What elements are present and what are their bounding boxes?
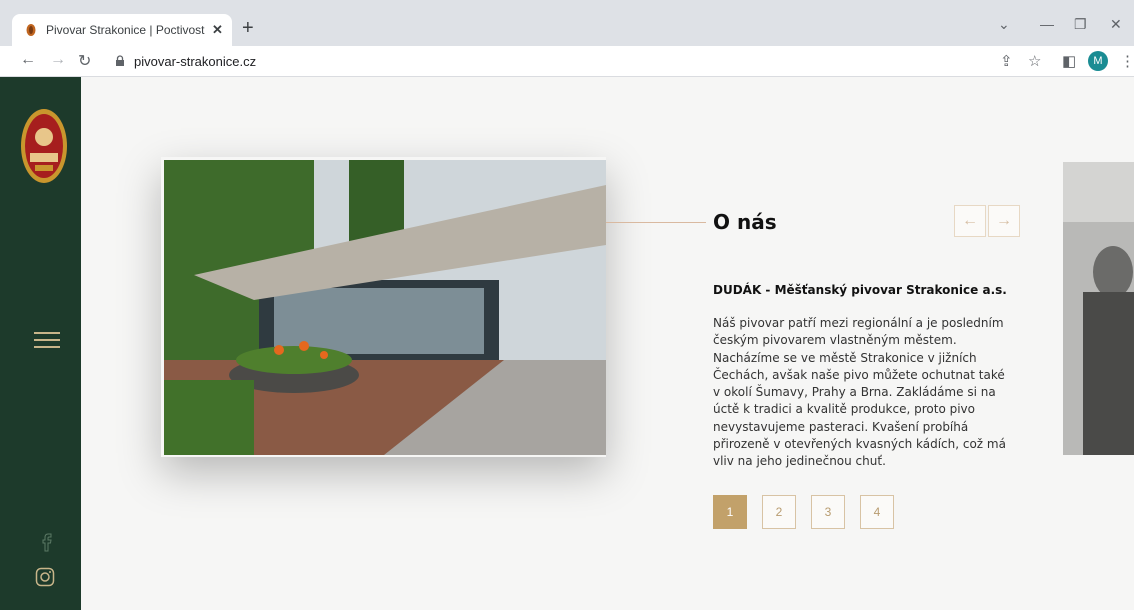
restore-icon[interactable]: ❐ [1074, 16, 1087, 33]
page-button-2[interactable]: 2 [762, 495, 796, 529]
profile-avatar[interactable]: M [1088, 51, 1108, 71]
next-slide-photo [1063, 162, 1134, 455]
facebook-icon[interactable] [38, 532, 54, 552]
browser-toolbar: ← → ↻ pivovar-strakonice.cz ⇪ ☆ ◧ M ⋮ [0, 46, 1134, 77]
company-name: DUDÁK - Měšťanský pivovar Strakonice a.s… [713, 283, 1007, 297]
address-url: pivovar-strakonice.cz [134, 53, 257, 69]
reload-icon[interactable]: ↻ [78, 51, 91, 71]
page-button-4[interactable]: 4 [860, 495, 894, 529]
next-arrow-icon[interactable]: → [988, 205, 1020, 237]
side-panel-icon[interactable]: ◧ [1062, 52, 1076, 70]
new-tab-icon[interactable]: + [242, 18, 254, 38]
lock-icon [116, 55, 124, 66]
minimize-icon[interactable]: — [1040, 16, 1054, 32]
menu-hamburger-icon[interactable] [34, 332, 60, 348]
dudak-logo-icon[interactable] [20, 107, 68, 185]
tab-search-icon[interactable]: ⌄ [998, 16, 1010, 33]
page-button-1[interactable]: 1 [713, 495, 747, 529]
instagram-icon[interactable] [35, 567, 55, 587]
brewery-pavilion-photo [164, 160, 606, 455]
back-icon[interactable]: ← [20, 51, 36, 69]
site-favicon-icon [26, 24, 36, 36]
address-bar[interactable]: pivovar-strakonice.cz [106, 49, 966, 73]
browser-tab-strip: Pivovar Strakonice | Poctivost v t ✕ + ⌄… [0, 0, 1134, 46]
section-title: O nás [713, 210, 777, 234]
about-paragraph: Náš pivovar patří mezi regionální a je p… [713, 316, 1006, 469]
menu-kebab-icon[interactable]: ⋮ [1120, 52, 1134, 70]
tab-title: Pivovar Strakonice | Poctivost v t [46, 23, 206, 37]
forward-icon[interactable]: → [50, 51, 66, 69]
share-icon[interactable]: ⇪ [1000, 52, 1013, 70]
about-section: O nás ← → DUDÁK - Měšťanský pivovar Stra… [81, 77, 1134, 610]
prev-arrow-icon[interactable]: ← [954, 205, 986, 237]
carousel-arrows: ← → [954, 205, 1020, 237]
page-button-3[interactable]: 3 [811, 495, 845, 529]
bookmark-star-icon[interactable]: ☆ [1028, 52, 1041, 70]
site-sidebar [0, 77, 81, 610]
slide-pagination: 1 2 3 4 [713, 495, 909, 529]
tab-close-icon[interactable]: ✕ [212, 22, 223, 38]
close-window-icon[interactable]: ✕ [1110, 16, 1122, 33]
browser-tab[interactable]: Pivovar Strakonice | Poctivost v t ✕ [12, 14, 232, 46]
section-divider [606, 222, 706, 223]
